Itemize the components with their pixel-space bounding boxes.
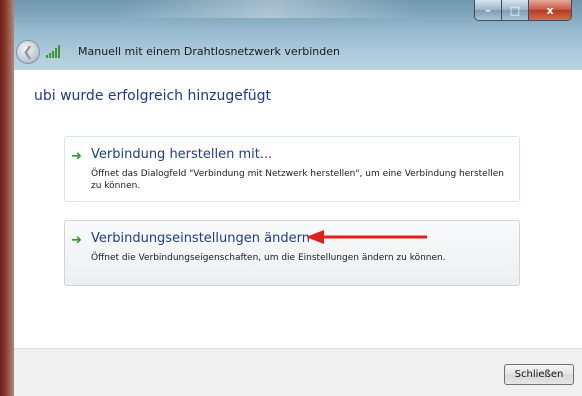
window-frame-left-edge — [0, 0, 14, 396]
wireless-network-icon — [46, 44, 62, 58]
close-window-button[interactable]: x — [529, 0, 571, 20]
minimize-button[interactable]: – — [475, 0, 502, 20]
page-heading: ubi wurde erfolgreich hinzugefügt — [34, 88, 272, 104]
green-arrow-icon: ➜ — [71, 149, 82, 164]
option-title: Verbindungseinstellungen ändern — [91, 231, 310, 246]
caption-buttons: – □ x — [474, 0, 572, 21]
red-annotation-arrow-icon — [306, 230, 427, 244]
window-title: Manuell mit einem Drahtlosnetzwerk verbi… — [78, 45, 340, 58]
option-description: Öffnet die Verbindungseigenschaften, um … — [91, 253, 446, 263]
option-connect-to[interactable]: ➜ Verbindung herstellen mit... Öffnet da… — [64, 136, 520, 202]
title-glare — [120, 0, 420, 18]
option-change-connection-settings[interactable]: ➜ Verbindungseinstellungen ändern Öffnet… — [64, 220, 520, 286]
option-title: Verbindung herstellen mit... — [91, 147, 273, 162]
option-description: Öffnet das Dialogfeld "Verbindung mit Ne… — [91, 169, 504, 191]
back-button[interactable]: ❮ — [16, 40, 40, 64]
close-button[interactable]: Schließen — [504, 364, 574, 385]
green-arrow-icon: ➜ — [71, 233, 82, 248]
maximize-button[interactable]: □ — [502, 0, 529, 20]
back-arrow-icon: ❮ — [22, 44, 34, 60]
dialog-footer — [14, 349, 582, 396]
